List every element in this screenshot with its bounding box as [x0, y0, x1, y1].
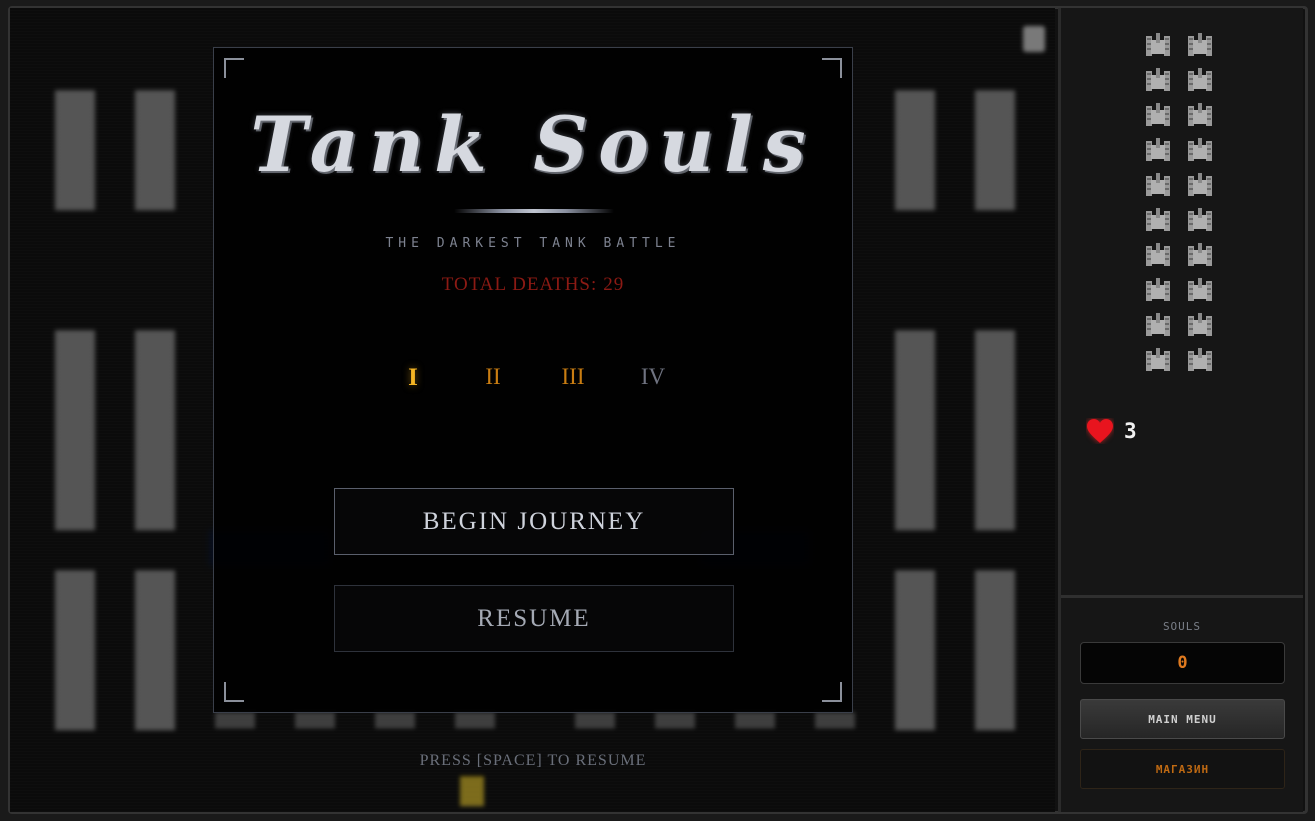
title-divider [454, 209, 614, 213]
level-selector: I II III IV [214, 364, 852, 392]
enemy-tank-icon [1187, 32, 1213, 58]
enemy-tank-icon [1187, 102, 1213, 128]
enemy-tank-icon [1145, 67, 1171, 93]
level-option-2[interactable]: II [453, 364, 533, 392]
title-menu-modal: Tank Souls THE DARKEST TANK BATTLE TOTAL… [213, 47, 853, 713]
resume-button[interactable]: RESUME [334, 585, 734, 652]
enemy-tank-icon [1145, 137, 1171, 163]
heart-icon [1086, 418, 1114, 444]
enemy-tank-icon [1187, 137, 1213, 163]
enemy-tank-icon [1145, 277, 1171, 303]
begin-journey-button[interactable]: BEGIN JOURNEY [334, 488, 734, 555]
enemy-tank-icon [1187, 347, 1213, 373]
total-deaths-value: 29 [603, 274, 625, 295]
enemy-tank-icon [1145, 172, 1171, 198]
enemy-tank-icon [1145, 312, 1171, 338]
enemy-reserve-grid [1145, 32, 1217, 373]
enemy-tank-icon [1187, 207, 1213, 233]
enemy-tank-icon [1187, 67, 1213, 93]
enemy-tank-icon [1187, 312, 1213, 338]
total-deaths-label: TOTAL DEATHS: [441, 274, 598, 295]
level-option-1[interactable]: I [373, 364, 453, 392]
total-deaths: TOTAL DEATHS: 29 [214, 274, 852, 296]
enemy-tank-icon [1145, 102, 1171, 128]
sidebar: 3 SOULS 0 MAIN MENU МАГАЗИН [1058, 8, 1303, 812]
main-menu-button[interactable]: MAIN MENU [1080, 699, 1285, 739]
enemy-tank-icon [1145, 207, 1171, 233]
souls-counter: 0 [1080, 642, 1285, 684]
enemy-tank-icon [1187, 242, 1213, 268]
sidebar-divider [1061, 595, 1303, 598]
lives-count: 3 [1124, 419, 1137, 443]
enemy-tank-icon [1187, 172, 1213, 198]
level-option-4[interactable]: IV [613, 364, 693, 392]
enemy-tank-icon [1145, 242, 1171, 268]
lives-indicator: 3 [1086, 418, 1137, 444]
enemy-tank-icon [1187, 277, 1213, 303]
corner-ornament [224, 682, 244, 702]
corner-ornament [822, 682, 842, 702]
game-title: Tank Souls [250, 100, 816, 189]
corner-ornament [822, 58, 842, 78]
shop-button[interactable]: МАГАЗИН [1080, 749, 1285, 789]
souls-label: SOULS [1162, 620, 1202, 633]
resume-hint: PRESS [SPACE] TO RESUME [419, 752, 647, 769]
enemy-tank-icon [1145, 347, 1171, 373]
game-subtitle: THE DARKEST TANK BATTLE [385, 236, 681, 251]
level-option-3[interactable]: III [533, 364, 613, 392]
corner-ornament [224, 58, 244, 78]
enemy-tank-icon [1145, 32, 1171, 58]
